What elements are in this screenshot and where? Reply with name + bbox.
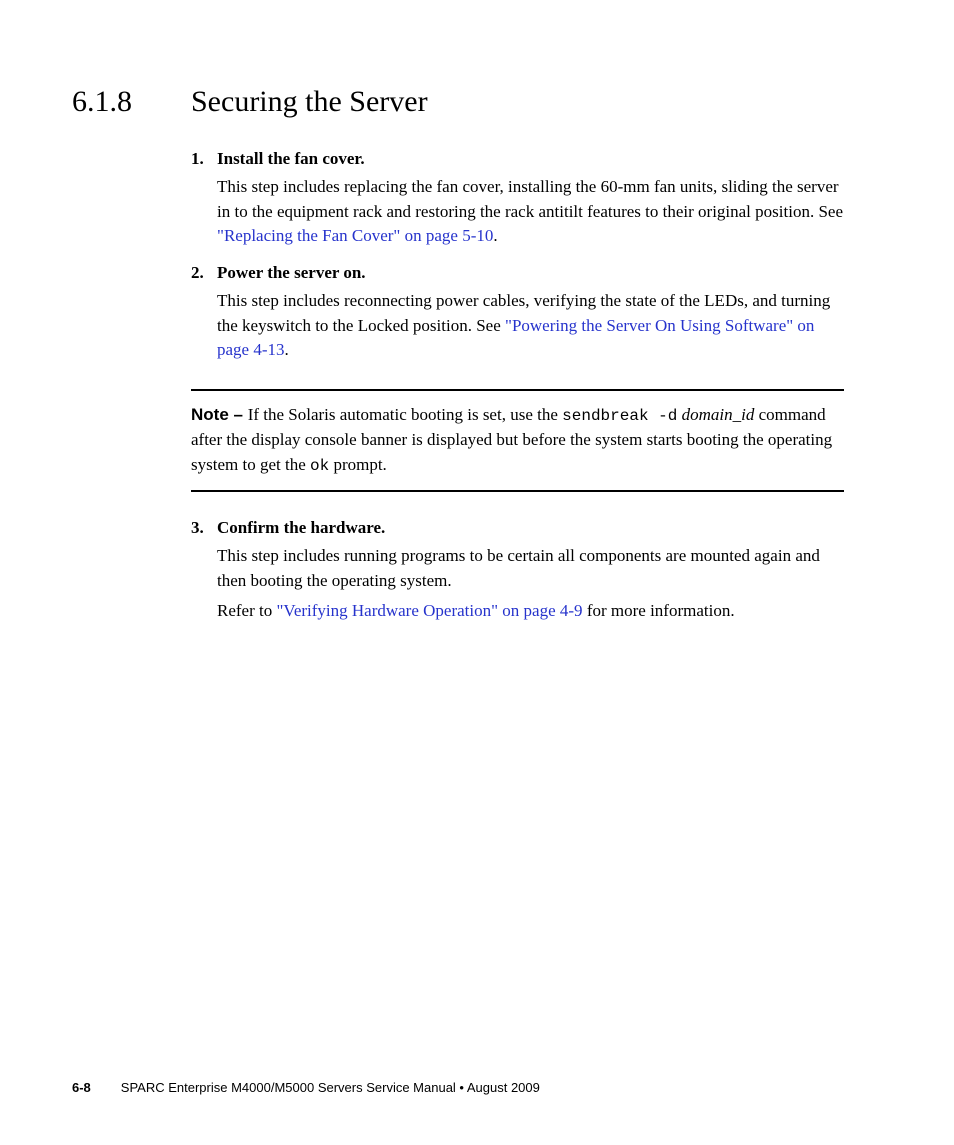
step-1-title: Install the fan cover.: [217, 149, 365, 169]
step-2-number: 2.: [191, 263, 217, 283]
step-3-text-b: for more information.: [583, 601, 735, 620]
note-label: Note –: [191, 405, 248, 424]
step-1-header: 1. Install the fan cover.: [191, 149, 844, 169]
step-list: 1. Install the fan cover. This step incl…: [191, 149, 844, 363]
step-2-body: This step includes reconnecting power ca…: [217, 289, 844, 363]
step-1: 1. Install the fan cover. This step incl…: [191, 149, 844, 249]
step-3-paragraph-2: Refer to "Verifying Hardware Operation" …: [217, 599, 844, 624]
note-box: Note – If the Solaris automatic booting …: [191, 389, 844, 492]
section-title: Securing the Server: [191, 85, 428, 119]
page-number: 6-8: [72, 1080, 91, 1095]
step-3-paragraph-1: This step includes running programs to b…: [217, 544, 844, 593]
link-verifying-hardware[interactable]: "Verifying Hardware Operation" on page 4…: [276, 601, 582, 620]
footer-title: SPARC Enterprise M4000/M5000 Servers Ser…: [121, 1080, 540, 1095]
step-1-text-b: .: [493, 226, 497, 245]
step-1-body: This step includes replacing the fan cov…: [217, 175, 844, 249]
step-list-continued: 3. Confirm the hardware. This step inclu…: [191, 518, 844, 624]
step-3-header: 3. Confirm the hardware.: [191, 518, 844, 538]
note-text-3: prompt.: [329, 455, 387, 474]
step-3-number: 3.: [191, 518, 217, 538]
note-command: sendbreak -d: [562, 407, 677, 425]
note-arg: domain_id: [682, 405, 755, 424]
step-3-text-a: Refer to: [217, 601, 276, 620]
step-3-title: Confirm the hardware.: [217, 518, 385, 538]
link-replacing-fan-cover[interactable]: "Replacing the Fan Cover" on page 5-10: [217, 226, 493, 245]
section-heading: 6.1.8 Securing the Server: [72, 85, 844, 119]
step-3: 3. Confirm the hardware. This step inclu…: [191, 518, 844, 624]
step-1-number: 1.: [191, 149, 217, 169]
step-1-text-a: This step includes replacing the fan cov…: [217, 177, 843, 221]
step-2: 2. Power the server on. This step includ…: [191, 263, 844, 363]
page-footer: 6-8 SPARC Enterprise M4000/M5000 Servers…: [72, 1080, 844, 1095]
step-2-header: 2. Power the server on.: [191, 263, 844, 283]
step-3-body: This step includes running programs to b…: [217, 544, 844, 624]
note-text-1: If the Solaris automatic booting is set,…: [248, 405, 562, 424]
step-1-paragraph: This step includes replacing the fan cov…: [217, 175, 844, 249]
step-2-text-b: .: [285, 340, 289, 359]
step-2-paragraph: This step includes reconnecting power ca…: [217, 289, 844, 363]
section-number: 6.1.8: [72, 85, 191, 119]
note-paragraph: Note – If the Solaris automatic booting …: [191, 403, 844, 478]
page-content: 6.1.8 Securing the Server 1. Install the…: [0, 0, 954, 624]
note-ok: ok: [310, 457, 329, 475]
step-2-title: Power the server on.: [217, 263, 366, 283]
